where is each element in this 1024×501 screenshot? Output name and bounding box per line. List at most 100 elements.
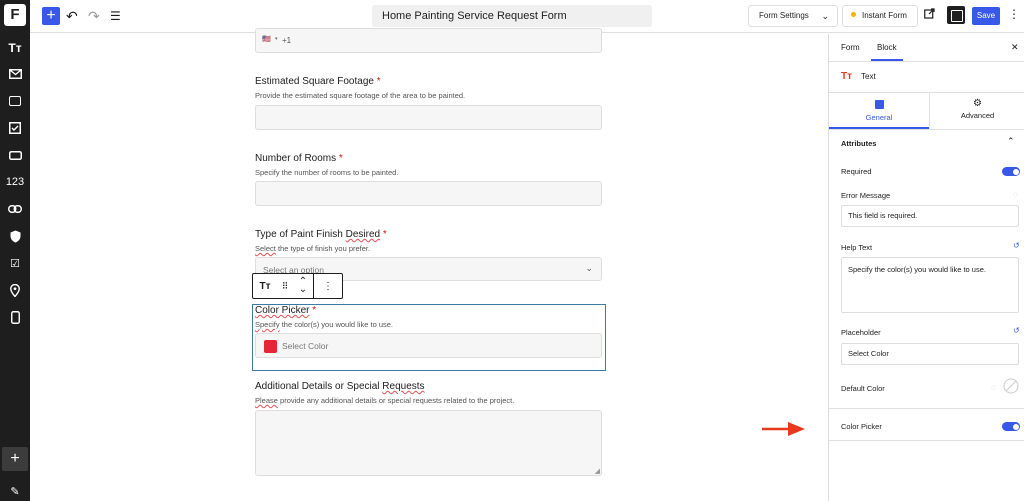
divider xyxy=(829,408,1024,409)
save-button[interactable]: Save xyxy=(972,7,1000,25)
color-picker-toggle[interactable] xyxy=(1002,422,1020,431)
details-help: Please provide any additional details or… xyxy=(255,396,602,406)
subtab-advanced[interactable]: ⚙ Advanced xyxy=(929,93,1024,129)
help-text-textarea[interactable]: Specify the color(s) you would like to u… xyxy=(841,257,1019,313)
sqft-label: Estimated Square Footage * xyxy=(255,76,602,88)
resize-handle-icon[interactable]: ◢ xyxy=(595,467,600,475)
location-icon[interactable] xyxy=(0,280,30,300)
divider xyxy=(829,61,1024,62)
add-block-sidebar-button[interactable]: + xyxy=(2,447,28,471)
phone-input[interactable]: 🇺🇸 ▾ +1 xyxy=(255,28,602,53)
subtab-general[interactable]: General xyxy=(829,93,929,129)
status-dot xyxy=(851,12,856,17)
reset-icon[interactable]: ↺ xyxy=(1013,241,1020,250)
default-color-swatch-icon[interactable] xyxy=(1003,378,1019,394)
required-toggle[interactable] xyxy=(1002,167,1020,176)
rooms-field: Number of Rooms * Specify the number of … xyxy=(255,153,602,178)
divider xyxy=(829,129,1024,130)
color-picker-label: Color Picker xyxy=(841,422,882,431)
color-label: Color Picker * xyxy=(255,305,602,317)
undo-icon[interactable]: ↶ xyxy=(66,7,78,25)
finish-label-squiggle: Desired xyxy=(345,229,381,240)
form-canvas: 🇺🇸 ▾ +1 Estimated Square Footage * Provi… xyxy=(30,28,828,501)
required-mark: * xyxy=(338,153,343,164)
subtab-advanced-label: Advanced xyxy=(960,111,995,120)
rooms-input[interactable] xyxy=(255,181,602,206)
button-icon[interactable] xyxy=(0,145,30,165)
checkbox-icon[interactable] xyxy=(0,118,30,138)
chevron-down-icon: ⌄ xyxy=(821,11,829,21)
details-label-text: Additional Details or Special xyxy=(255,381,383,392)
settings-panel-toggle[interactable] xyxy=(947,6,965,24)
color-help: Specify the color(s) you would like to u… xyxy=(255,320,602,330)
finish-label: Type of Paint Finish Desired * xyxy=(255,229,602,241)
reset-icon[interactable]: ◌ xyxy=(1013,190,1018,199)
error-message-label: Error Message xyxy=(841,191,891,200)
reset-icon[interactable]: ↺ xyxy=(1013,326,1020,335)
details-textarea[interactable]: ◢ xyxy=(255,410,602,476)
divider xyxy=(829,440,1024,441)
block-name: Text xyxy=(861,72,876,81)
edit-icon[interactable]: ✎ xyxy=(0,481,30,501)
drag-handle-icon[interactable]: ⠿ xyxy=(277,281,293,292)
help-text-label: Help Text xyxy=(841,243,873,252)
list-view-icon[interactable]: ☰ xyxy=(110,7,121,25)
close-icon[interactable]: ✕ xyxy=(1011,42,1019,53)
chevron-up-icon[interactable]: ⌃ xyxy=(1007,136,1015,147)
placeholder-input[interactable]: Select Color xyxy=(841,343,1019,365)
gear-icon: ⚙ xyxy=(973,98,982,109)
app: F Tт 123 ☑ + ✎ + ↶ ↷ ☰ Home Painting Ser… xyxy=(0,0,1024,501)
required-mark: * xyxy=(312,305,317,316)
details-field: Additional Details or Special Requests P… xyxy=(255,381,602,406)
red-arrow-annotation xyxy=(762,422,805,436)
redo-icon[interactable]: ↷ xyxy=(88,7,100,25)
sqft-help: Provide the estimated square footage of … xyxy=(255,91,466,100)
sqft-field: Estimated Square Footage * Provide the e… xyxy=(255,76,602,101)
finish-label-text: Type of Paint Finish xyxy=(255,229,346,240)
country-chevron-icon[interactable]: ▾ xyxy=(275,36,278,42)
sqft-input[interactable] xyxy=(255,105,602,130)
input-box-icon[interactable] xyxy=(0,91,30,111)
color-input[interactable]: Select Color xyxy=(255,333,602,358)
attributes-heading[interactable]: Attributes xyxy=(841,139,876,148)
checklist-icon[interactable]: ☑ xyxy=(0,253,30,273)
finish-field: Type of Paint Finish Desired * Select th… xyxy=(255,229,602,254)
default-color-label: Default Color xyxy=(841,384,885,393)
sidebar: F Tт 123 ☑ + ✎ xyxy=(0,0,30,501)
details-help-squiggle: Please xyxy=(255,396,278,405)
color-swatch[interactable] xyxy=(264,340,277,353)
finish-help: Select the type of finish you prefer. xyxy=(255,244,602,254)
reset-icon[interactable]: ◌ xyxy=(991,383,996,392)
flag-icon: 🇺🇸 xyxy=(262,36,271,43)
external-link-icon[interactable] xyxy=(924,8,935,22)
link-icon[interactable] xyxy=(0,199,30,219)
phone-icon[interactable] xyxy=(0,307,30,327)
general-icon xyxy=(874,100,884,109)
add-block-button[interactable]: + xyxy=(42,7,60,25)
text-icon[interactable]: Tт xyxy=(0,38,30,58)
phone-code: +1 xyxy=(282,36,292,45)
block-more-icon[interactable]: ⋮ xyxy=(314,281,342,292)
mail-icon[interactable] xyxy=(0,64,30,84)
placeholder-label: Placeholder xyxy=(841,328,881,337)
tab-form[interactable]: Form xyxy=(841,43,860,52)
error-message-input[interactable]: This field is required. xyxy=(841,205,1019,227)
sqft-label-text: Estimated Square Footage xyxy=(255,76,374,87)
instant-form-button[interactable]: Instant Form xyxy=(842,5,918,27)
more-options-icon[interactable]: ⋮ xyxy=(1008,7,1020,21)
chevron-down-icon: ⌄ xyxy=(585,263,593,273)
details-label-squiggle: Requests xyxy=(382,381,425,392)
instant-form-label: Instant Form xyxy=(862,11,907,20)
details-help-text: provide any additional details or specia… xyxy=(277,396,515,405)
form-title[interactable]: Home Painting Service Request Form xyxy=(372,5,652,27)
required-label: Required xyxy=(841,167,872,176)
number-icon[interactable]: 123 xyxy=(0,172,30,192)
color-help-squiggle: Specify xyxy=(255,320,280,329)
text-type-icon[interactable]: Tт xyxy=(253,281,277,292)
form-settings-button[interactable]: Form Settings ⌄ xyxy=(748,5,838,27)
shield-icon[interactable] xyxy=(0,226,30,246)
tab-block[interactable]: Block xyxy=(877,43,897,52)
block-type-icon: Tт xyxy=(841,71,853,82)
color-label-squiggle: Color Picker xyxy=(255,305,310,316)
move-down-icon[interactable]: ⌄ xyxy=(293,285,313,295)
